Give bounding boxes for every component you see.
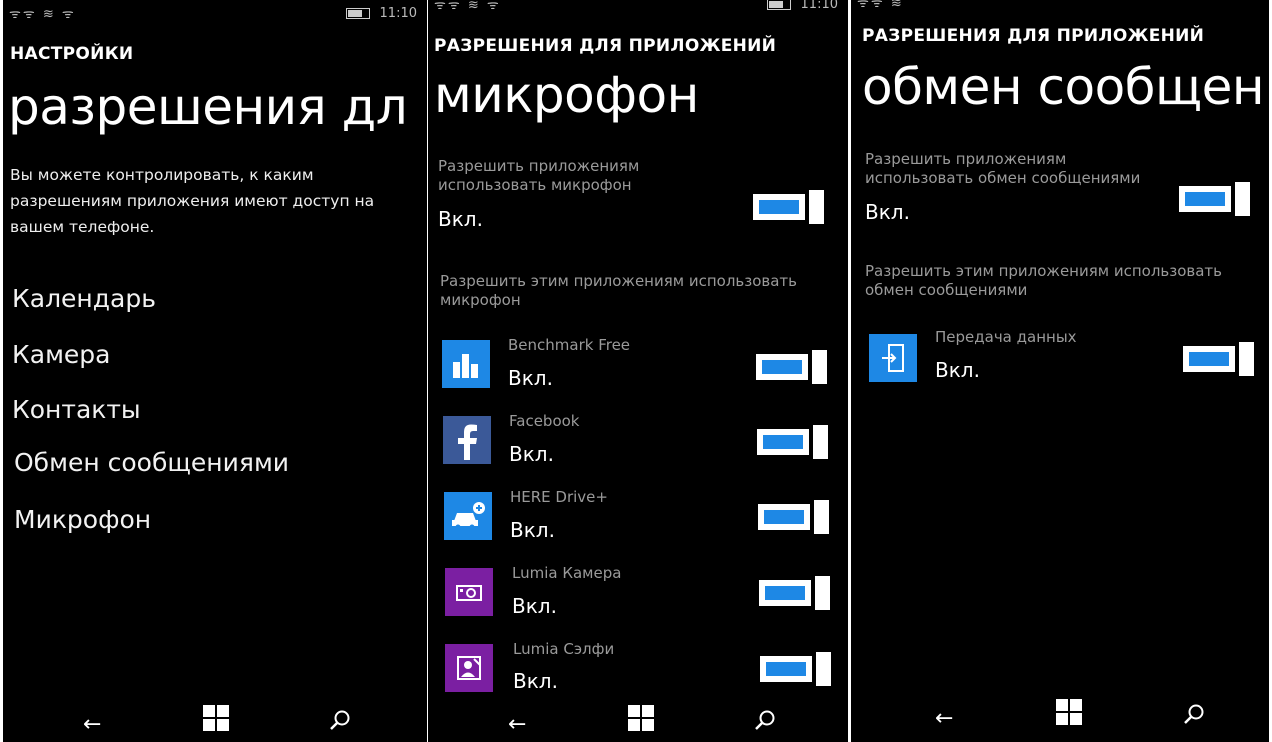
settings-permissions-screen: ᯤᯤ ≋ ᯤ 11:10 НАСТРОЙКИ разрешения дл Вы … [3,0,427,742]
header: НАСТРОЙКИ [10,44,134,64]
selfie-icon [445,644,493,692]
app-name-facebook: Facebook [509,412,580,430]
back-icon[interactable]: ← [935,708,953,730]
signal-icons: ᯤᯤ ≋ ᯤ [9,7,76,22]
global-permission-state: Вкл. [865,200,910,224]
toggle-lumia-camera[interactable] [759,576,831,612]
search-icon[interactable] [329,709,351,736]
back-icon[interactable]: ← [83,714,101,736]
toggle-facebook[interactable] [757,425,829,461]
bar-chart-icon [442,340,490,388]
header: РАЗРЕШЕНИЯ ДЛЯ ПРИЛОЖЕНИЙ [862,26,1205,46]
app-state-data-transfer: Вкл. [935,358,980,382]
battery-icon [345,7,370,19]
clock: 11:10 [800,0,838,12]
app-state-lumia-selfie: Вкл. [513,669,558,693]
global-permission-toggle[interactable] [753,190,825,226]
app-name-lumia-selfie: Lumia Сэлфи [513,640,615,658]
messaging-permissions-screen: ᯤᯤ ≋ РАЗРЕШЕНИЯ ДЛЯ ПРИЛОЖЕНИЙ обмен соо… [851,0,1269,742]
app-name-benchmark: Benchmark Free [508,336,631,354]
global-permission-label: Разрешить приложениям использовать микро… [438,157,640,194]
data-transfer-icon [869,334,917,382]
app-state-here-drive: Вкл. [510,518,555,542]
toggle-benchmark[interactable] [756,350,828,386]
nav-bar: ← [851,699,1269,742]
windows-icon[interactable] [203,705,229,736]
camera-icon [445,568,493,616]
page-title: микрофон [434,66,699,124]
signal-icons: ᯤᯤ ≋ [857,0,904,11]
search-icon[interactable] [754,709,776,736]
signal-icons: ᯤᯤ ≋ ᯤ [434,0,501,13]
microphone-permissions-screen: ᯤᯤ ≋ ᯤ 11:10 РАЗРЕШЕНИЯ ДЛЯ ПРИЛОЖЕНИЙ м… [428,0,848,742]
apps-permission-label: Разрешить этим приложениям использовать … [440,272,798,309]
facebook-icon [443,416,491,464]
car-icon [444,492,492,540]
status-bar: ᯤᯤ ≋ [857,0,1259,12]
toggle-data-transfer[interactable] [1183,342,1255,378]
page-title: разрешения дл [8,78,408,136]
header: РАЗРЕШЕНИЯ ДЛЯ ПРИЛОЖЕНИЙ [434,36,777,56]
app-name-data-transfer: Передача данных [935,328,1077,346]
clock: 11:10 [379,5,417,21]
app-name-lumia-camera: Lumia Камера [512,564,622,582]
back-icon[interactable]: ← [508,714,526,736]
status-bar: ᯤᯤ ≋ ᯤ 11:10 [434,0,838,14]
status-bar: ᯤᯤ ≋ ᯤ 11:10 [9,3,417,23]
category-microphone[interactable]: Микрофон [14,505,151,534]
toggle-lumia-selfie[interactable] [760,652,832,688]
app-name-here-drive: HERE Drive+ [510,488,608,506]
apps-permission-label: Разрешить этим приложениям использовать … [865,262,1223,299]
page-title: обмен сообщен [862,58,1265,116]
category-contacts[interactable]: Контакты [12,395,141,424]
category-calendar[interactable]: Календарь [12,284,156,313]
windows-icon[interactable] [628,705,654,736]
global-permission-state: Вкл. [438,207,483,231]
description: Вы можете контролировать, к каким разреш… [10,166,375,236]
app-state-lumia-camera: Вкл. [512,594,557,618]
global-permission-label: Разрешить приложениям использовать обмен… [865,150,1141,187]
app-state-facebook: Вкл. [509,442,554,466]
toggle-here-drive[interactable] [758,500,830,536]
nav-bar: ← [428,705,848,742]
search-icon[interactable] [1183,703,1205,730]
category-messaging[interactable]: Обмен сообщениями [14,448,289,477]
global-permission-toggle[interactable] [1179,182,1251,218]
nav-bar: ← [3,705,427,742]
category-camera[interactable]: Камера [12,340,111,369]
battery-icon [766,0,791,10]
windows-icon[interactable] [1056,699,1082,730]
phone-screens: ᯤᯤ ≋ ᯤ 11:10 НАСТРОЙКИ разрешения дл Вы … [0,0,1272,742]
app-state-benchmark: Вкл. [508,366,553,390]
